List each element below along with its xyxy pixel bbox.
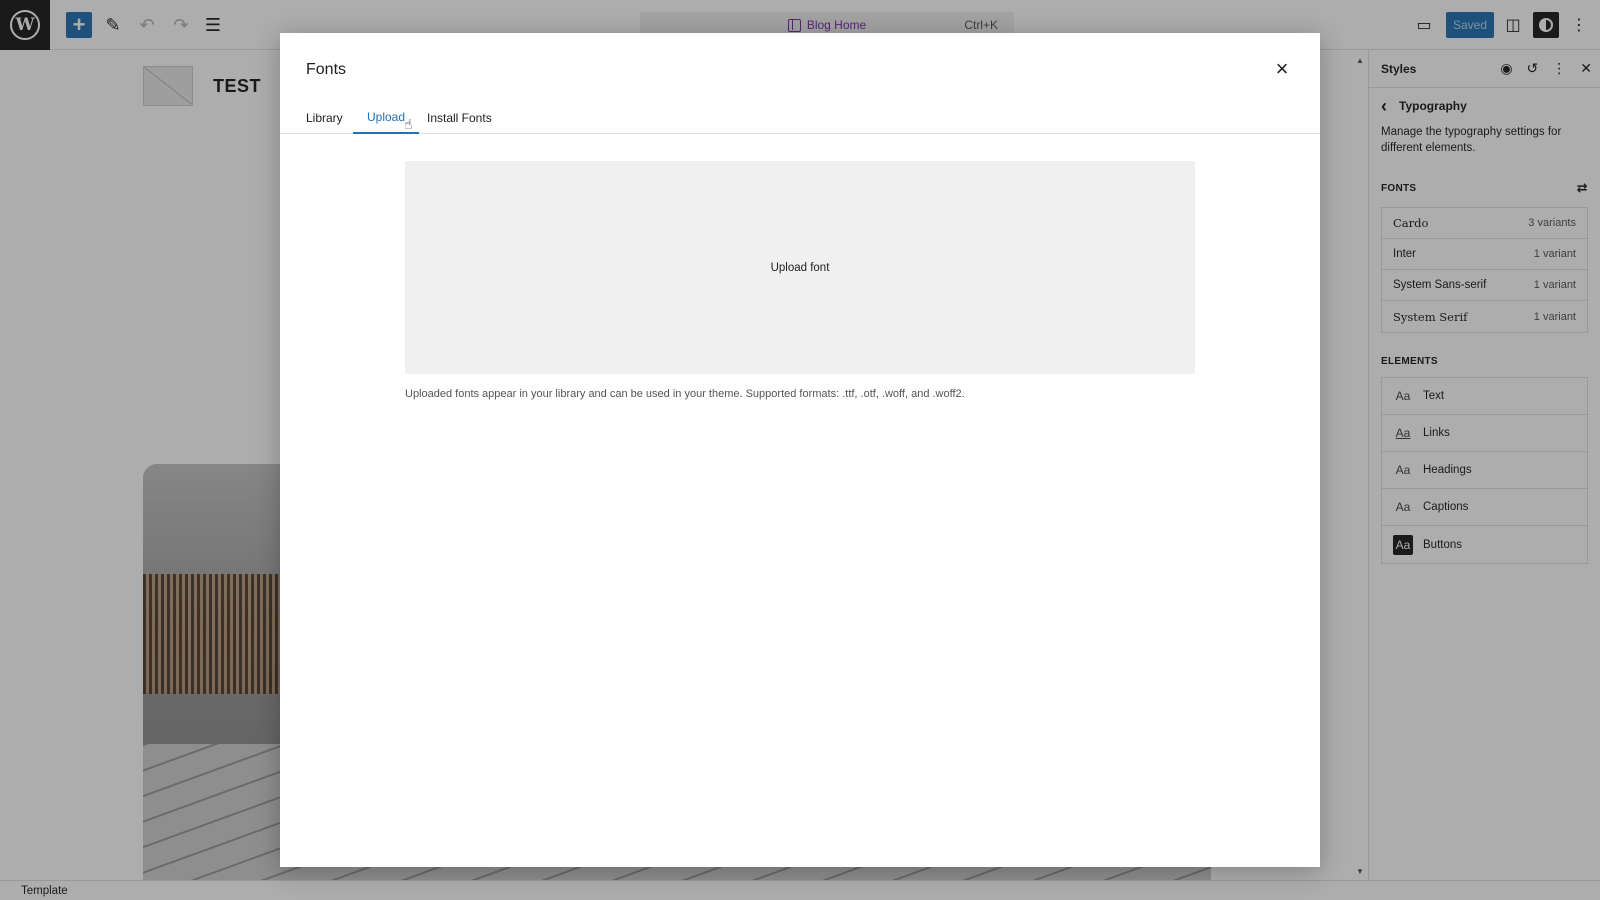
close-button[interactable]: × [1270, 56, 1294, 81]
upload-font-label: Upload font [770, 261, 830, 274]
tab-library[interactable]: Library [292, 101, 357, 134]
pointer-cursor-icon: ☝ [404, 116, 413, 132]
font-upload-dropzone[interactable]: Upload font [405, 161, 1195, 374]
upload-help-text: Uploaded fonts appear in your library an… [405, 388, 965, 400]
fonts-modal: Fonts × Library Upload Install Fonts ☝ U… [280, 33, 1320, 867]
close-icon: × [1275, 56, 1289, 81]
modal-title: Fonts [306, 61, 347, 78]
modal-tabs: Library Upload Install Fonts [280, 101, 1320, 134]
tab-install-fonts[interactable]: Install Fonts [413, 101, 506, 134]
